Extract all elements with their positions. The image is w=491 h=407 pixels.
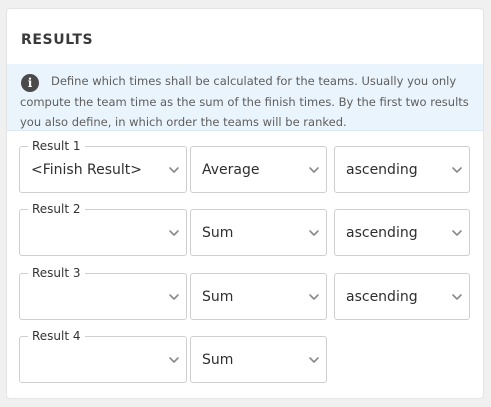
info-text: Define which times shall be calculated f… bbox=[20, 74, 469, 129]
result-4-aggregate-value: Sum bbox=[202, 352, 234, 368]
chevron-down-icon bbox=[309, 294, 319, 300]
chevron-down-icon bbox=[452, 167, 462, 173]
result-3-field-select[interactable]: Result 3 bbox=[19, 265, 187, 320]
result-1-field-select[interactable]: Result 1 <Finish Result> bbox=[19, 138, 187, 193]
chevron-down-icon bbox=[169, 230, 179, 236]
results-card: RESULTS i Define which times shall be ca… bbox=[6, 8, 484, 399]
result-1-aggregate-value: Average bbox=[202, 162, 260, 178]
result-2-order-value: ascending bbox=[346, 225, 418, 241]
result-3-aggregate-value: Sum bbox=[202, 289, 234, 305]
result-1-order-select[interactable]: ascending bbox=[334, 146, 470, 193]
chevron-down-icon bbox=[169, 357, 179, 363]
chevron-down-icon bbox=[309, 167, 319, 173]
result-3-order-value: ascending bbox=[346, 289, 418, 305]
chevron-down-icon bbox=[309, 357, 319, 363]
info-box: i Define which times shall be calculated… bbox=[7, 64, 483, 131]
result-1-aggregate-select[interactable]: Average bbox=[190, 146, 327, 193]
chevron-down-icon bbox=[309, 230, 319, 236]
section-title: RESULTS bbox=[21, 32, 94, 48]
chevron-down-icon bbox=[452, 294, 462, 300]
result-4-aggregate-select[interactable]: Sum bbox=[190, 336, 327, 383]
result-4-label: Result 4 bbox=[28, 328, 85, 344]
result-2-field-select[interactable]: Result 2 bbox=[19, 201, 187, 256]
result-2-order-select[interactable]: ascending bbox=[334, 209, 470, 256]
chevron-down-icon bbox=[169, 294, 179, 300]
result-1-label: Result 1 bbox=[28, 138, 85, 154]
result-3-order-select[interactable]: ascending bbox=[334, 273, 470, 320]
result-4-field-select[interactable]: Result 4 bbox=[19, 328, 187, 383]
result-2-label: Result 2 bbox=[28, 201, 85, 217]
result-1-order-value: ascending bbox=[346, 162, 418, 178]
chevron-down-icon bbox=[169, 167, 179, 173]
result-3-label: Result 3 bbox=[28, 265, 85, 281]
result-2-aggregate-value: Sum bbox=[202, 225, 234, 241]
result-2-aggregate-select[interactable]: Sum bbox=[190, 209, 327, 256]
chevron-down-icon bbox=[452, 230, 462, 236]
result-3-aggregate-select[interactable]: Sum bbox=[190, 273, 327, 320]
result-1-field-value: <Finish Result> bbox=[31, 162, 143, 178]
